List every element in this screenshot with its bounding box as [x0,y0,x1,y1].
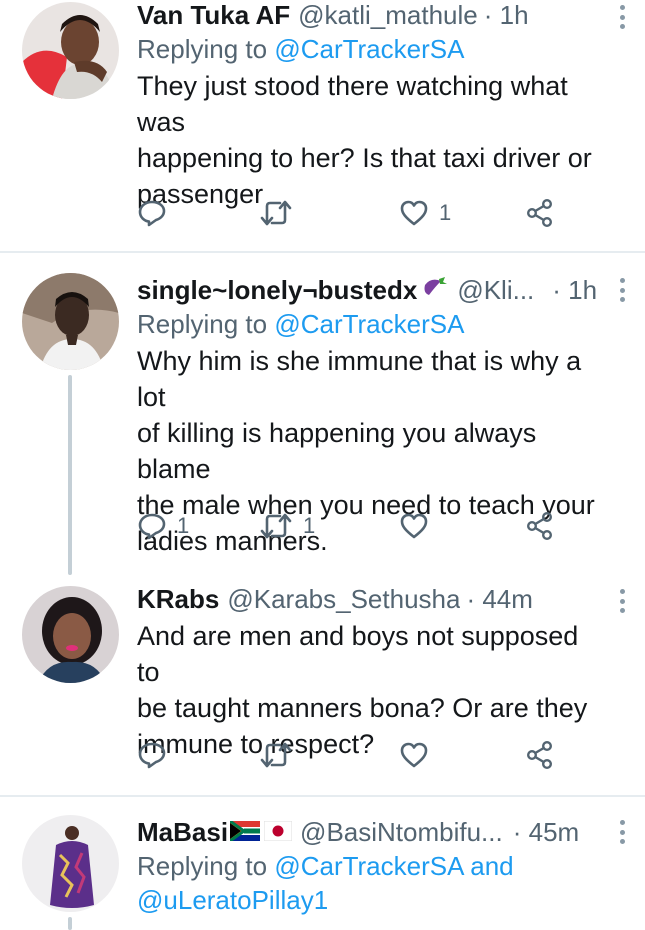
timestamp[interactable]: · 1h [484,0,529,30]
tweet-text-line: Why him is she immune that is why a lot [137,346,582,412]
replying-to-label: Replying to [137,34,275,64]
replying-to-line: Replying to @CarTrackerSA and [137,849,605,883]
retweet-count: 1 [303,513,316,538]
retweet-button[interactable] [259,738,303,772]
avatar[interactable] [22,586,119,683]
like-button[interactable] [399,509,439,543]
reply-count: 1 [177,513,190,538]
display-name[interactable]: single~lonely¬bustedx [137,275,417,305]
share-icon [527,741,553,770]
like-button[interactable]: 1 [399,196,451,230]
retweet-button[interactable]: 1 [259,509,315,543]
display-name[interactable]: Van Tuka AF [137,0,290,30]
share-button[interactable] [525,738,555,772]
heart-icon [400,200,428,226]
tweet-actions [137,738,567,772]
timestamp[interactable]: · 45m [513,817,579,847]
share-button[interactable] [525,509,555,543]
avatar[interactable] [22,2,119,99]
mention-link[interactable]: @CarTrackerSA [274,851,463,881]
retweet-icon [260,742,292,768]
tweet-1[interactable]: Van Tuka AF @katli_mathule · 1h Replying… [0,0,645,250]
replying-to-line: Replying to @CarTrackerSA [137,307,605,341]
japan-flag-icon [263,817,293,847]
more-vertical-icon[interactable] [617,2,627,32]
retweet-button[interactable] [259,196,303,230]
tweet-header: KRabs @Karabs_Sethusha · 44m [137,584,605,614]
replying-to-line-2: @uLeratoPillay1 [137,883,605,917]
mention-link[interactable]: @uLeratoPillay1 [137,885,328,915]
more-vertical-icon[interactable] [617,586,627,616]
tweet-4[interactable]: MaBasi @BasiNtombifu... · 45m Replying t… [0,797,645,930]
replying-and-label: and [463,851,514,881]
tweet-text-line: of killing is happening you always blame [137,418,537,484]
timestamp[interactable]: · 44m [466,584,532,614]
more-vertical-icon[interactable] [617,275,627,305]
display-name[interactable]: MaBasi [137,817,228,847]
more-vertical-icon[interactable] [617,817,627,847]
reply-button[interactable] [137,738,177,772]
user-handle[interactable]: @Karabs_Sethusha [227,584,460,614]
tweet-actions: 1 [137,196,567,230]
tweet-text-line: be taught manners bona? Or are they [137,693,588,723]
share-icon [527,199,553,228]
tweet-header: MaBasi @BasiNtombifu... · 45m [137,817,605,847]
tweet-3[interactable]: KRabs @Karabs_Sethusha · 44m And are men… [0,578,645,793]
heart-icon [400,513,428,539]
tweet-text-line: happening to her? Is that taxi driver or [137,143,592,173]
retweet-icon [260,513,292,539]
like-count: 1 [439,200,452,225]
replying-to-line: Replying to @CarTrackerSA [137,32,605,66]
user-handle[interactable]: @Kli... [457,275,534,305]
reply-icon [138,200,166,227]
avatar[interactable] [22,273,119,370]
replying-to-label: Replying to [137,309,275,339]
tweet-text: They just stood there watching what was … [137,68,605,212]
reply-icon [138,513,166,540]
reply-button[interactable] [137,196,177,230]
tweet-text-line: They just stood there watching what was [137,71,568,137]
thread-line [68,917,72,930]
reply-button[interactable]: 1 [137,509,189,543]
south-africa-flag-icon [229,817,261,847]
tweet-actions: 1 1 [137,509,567,543]
tweet-header: Van Tuka AF @katli_mathule · 1h [137,0,605,30]
avatar[interactable] [22,815,119,912]
heart-icon [400,742,428,768]
tweet-text-line: And are men and boys not supposed to [137,621,579,687]
thread-line [68,375,72,575]
share-button[interactable] [525,196,555,230]
timestamp[interactable]: · 1h [552,275,597,305]
replying-to-label: Replying to [137,851,275,881]
tweet-2[interactable]: single~lonely¬bustedx @Kli... · 1h Reply… [0,253,645,575]
tweet-header: single~lonely¬bustedx @Kli... · 1h [137,275,605,305]
eggplant-emoji-icon [421,275,449,305]
share-icon [527,512,553,541]
user-handle[interactable]: @BasiNtombifu... [300,817,503,847]
mention-link[interactable]: @CarTrackerSA [274,34,464,64]
display-name[interactable]: KRabs [137,584,219,614]
mention-link[interactable]: @CarTrackerSA [274,309,464,339]
like-button[interactable] [399,738,439,772]
retweet-icon [260,200,292,226]
user-handle[interactable]: @katli_mathule [298,0,478,30]
reply-icon [138,742,166,769]
